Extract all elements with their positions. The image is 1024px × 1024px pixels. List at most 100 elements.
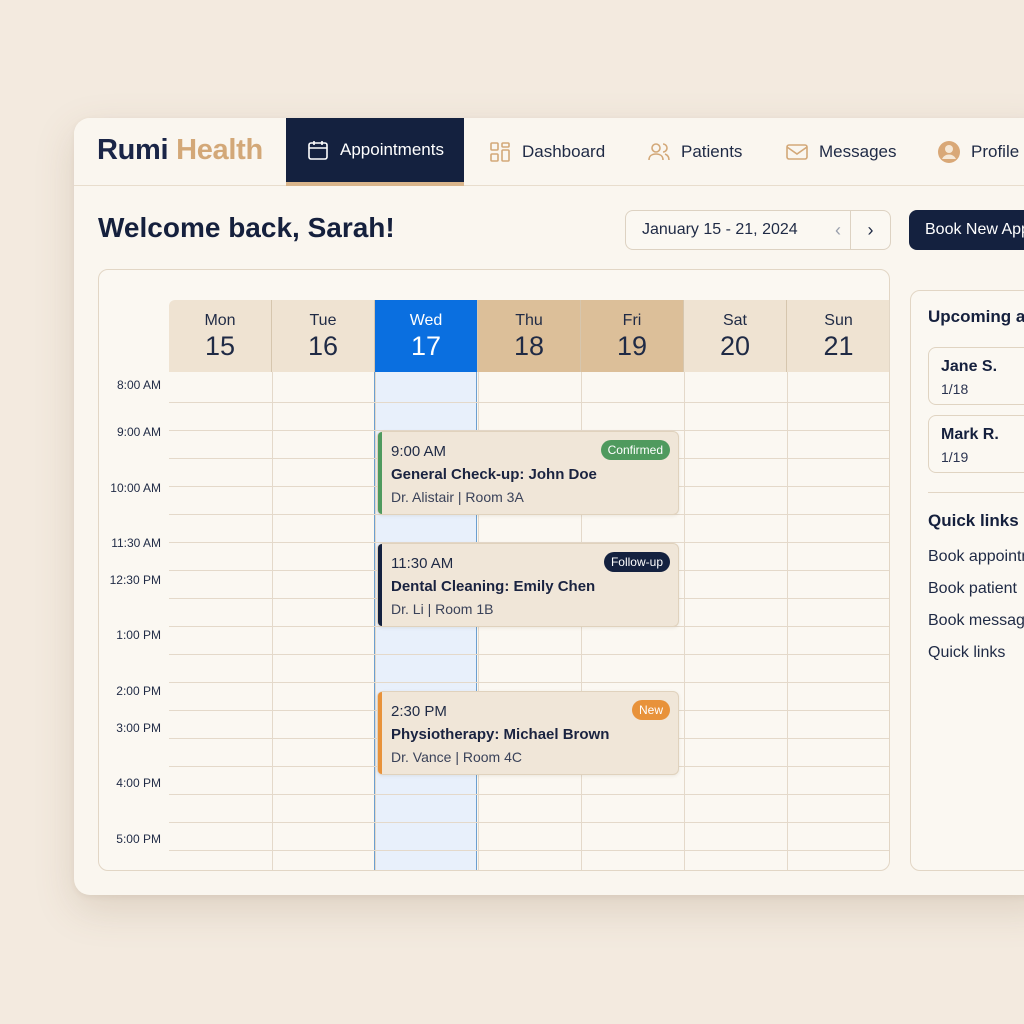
hour-gridline [169, 822, 889, 823]
appointment-time: 9:00 AM [391, 443, 447, 460]
welcome-heading: Welcome back, Sarah! [98, 212, 395, 243]
day-number: 17 [410, 331, 442, 361]
day-name: Mon [204, 312, 236, 329]
day-name: Fri [622, 312, 642, 329]
envelope-icon [786, 144, 808, 160]
day-number: 16 [307, 331, 339, 361]
hour-gridline [169, 654, 889, 655]
day-number: 21 [823, 331, 854, 361]
brand-logo[interactable]: Rumi Health [97, 134, 263, 167]
quick-link-item[interactable]: Book appointment [928, 548, 1024, 566]
upcoming-card[interactable]: Mark R. 1/19 [928, 415, 1024, 473]
appointment-card[interactable]: 2:30 PM New Physiotherapy: Michael Brown Dr… [377, 691, 679, 775]
calendar-icon [308, 141, 328, 160]
day-name: Thu [515, 312, 543, 329]
column-divider [684, 372, 685, 870]
appointment-doctor-room: Dr. Vance | Room 4C [391, 749, 522, 765]
hour-gridline [169, 850, 889, 851]
column-divider [787, 372, 788, 870]
day-name: Tue [309, 312, 337, 329]
dashboard-grid-icon [490, 142, 510, 162]
time-label: 11:30 AM [111, 536, 161, 550]
app-window: Rumi Health Appointments Dashboard Patie… [74, 118, 1024, 895]
time-label: 8:00 AM [116, 378, 161, 392]
side-divider [928, 492, 1024, 493]
day-number: 15 [204, 331, 236, 361]
appointment-title: Dental Cleaning: Emily Chen [391, 578, 596, 595]
side-panel: Upcoming appointments Jane S. 1/18 Mark … [910, 290, 1024, 871]
day-header-mon[interactable]: Mon 15 [169, 300, 272, 372]
day-header-wed[interactable]: Wed 17 [375, 300, 478, 372]
hour-gridline [169, 682, 889, 683]
time-label: 5:00 PM [116, 832, 161, 846]
nav-messages-label: Messages [819, 142, 897, 161]
nav-dashboard[interactable]: Dashboard [488, 118, 605, 186]
date-range-label: January 15 - 21, 2024 [642, 221, 798, 238]
time-label: 10:00 AM [110, 481, 161, 495]
time-label: 9:00 AM [116, 425, 161, 439]
brand-name-part2: Health [176, 134, 263, 166]
hour-gridline [169, 402, 889, 403]
hour-gridline [169, 794, 889, 795]
chevron-right-icon[interactable]: › [850, 211, 890, 249]
status-bar [378, 692, 382, 774]
quick-link-item[interactable]: Book message [928, 612, 1024, 630]
column-divider [375, 372, 376, 870]
appointment-card[interactable]: 9:00 AM Confirmed General Check-up: John D… [377, 431, 679, 515]
appointment-time: 11:30 AM [391, 555, 454, 572]
appointment-doctor-room: Dr. Alistair | Room 3A [391, 489, 524, 505]
nav-dashboard-label: Dashboard [522, 142, 606, 161]
nav-profile[interactable]: Profile [937, 118, 1019, 186]
book-new-appointment-button[interactable]: Book New Appointment [909, 210, 1024, 250]
time-label: 12:30 PM [109, 573, 161, 587]
time-label: 2:00 PM [116, 684, 161, 698]
appointment-card[interactable]: 11:30 AM Follow-up Dental Cleaning: Emily … [377, 543, 679, 627]
upcoming-patient-name: Jane S. [941, 358, 998, 375]
upcoming-title: Upcoming appointments [928, 307, 1024, 326]
time-label: 4:00 PM [116, 776, 161, 790]
day-number: 19 [616, 331, 648, 361]
nav-patients-label: Patients [681, 142, 743, 161]
day-header-sun[interactable]: Sun 21 [787, 300, 889, 372]
date-range-picker[interactable]: January 15 - 21, 2024 ‹ › [625, 210, 891, 250]
upcoming-card[interactable]: Jane S. 1/18 [928, 347, 1024, 405]
status-badge: Confirmed [600, 440, 670, 460]
users-icon [648, 143, 670, 161]
day-header-thu[interactable]: Thu 18 [478, 300, 581, 372]
nav-appointments-label: Appointments [340, 140, 444, 159]
time-label: 1:00 PM [116, 628, 161, 642]
status-bar [378, 544, 382, 626]
top-nav: Rumi Health Appointments Dashboard Patie… [74, 118, 1024, 186]
day-header-row: Mon 15 Tue 16 Wed 17 Thu 18 Fri 19 Sat 20 Sun 21 [169, 300, 889, 372]
day-header-sat[interactable]: Sat 20 [684, 300, 787, 372]
upcoming-date: 1/18 [941, 381, 969, 397]
upcoming-date: 1/19 [941, 449, 969, 465]
nav-profile-label: Profile [971, 142, 1020, 161]
status-badge: Follow-up [603, 552, 670, 572]
day-name: Sat [722, 312, 747, 329]
day-name: Sun [824, 312, 853, 329]
avatar-icon [938, 141, 960, 163]
appointment-title: Physiotherapy: Michael Brown [391, 726, 610, 743]
status-badge: New [631, 700, 670, 720]
status-bar [378, 432, 382, 514]
chevron-left-icon[interactable]: ‹ [826, 220, 850, 241]
day-header-fri[interactable]: Fri 19 [581, 300, 684, 372]
nav-appointments[interactable]: Appointments [286, 118, 464, 186]
week-calendar: Mon 15 Tue 16 Wed 17 Thu 18 Fri 19 Sat 20 Sun 21 8:00… [98, 269, 890, 871]
nav-messages[interactable]: Messages [785, 118, 896, 186]
appointment-doctor-room: Dr. Li | Room 1B [391, 601, 494, 617]
quick-link-item[interactable]: Quick links [928, 644, 1005, 662]
day-name: Wed [409, 312, 443, 329]
day-number: 18 [513, 331, 545, 361]
column-divider [272, 372, 273, 870]
appointment-title: General Check-up: John Doe [391, 466, 597, 483]
appointment-time: 2:30 PM [391, 703, 447, 720]
nav-patients[interactable]: Patients [647, 118, 742, 186]
time-label: 3:00 PM [116, 721, 161, 735]
day-header-tue[interactable]: Tue 16 [272, 300, 375, 372]
quick-link-item[interactable]: Book patient [928, 580, 1017, 598]
quick-links-title: Quick links [928, 511, 1019, 530]
upcoming-patient-name: Mark R. [941, 426, 999, 443]
day-number: 20 [719, 331, 751, 361]
